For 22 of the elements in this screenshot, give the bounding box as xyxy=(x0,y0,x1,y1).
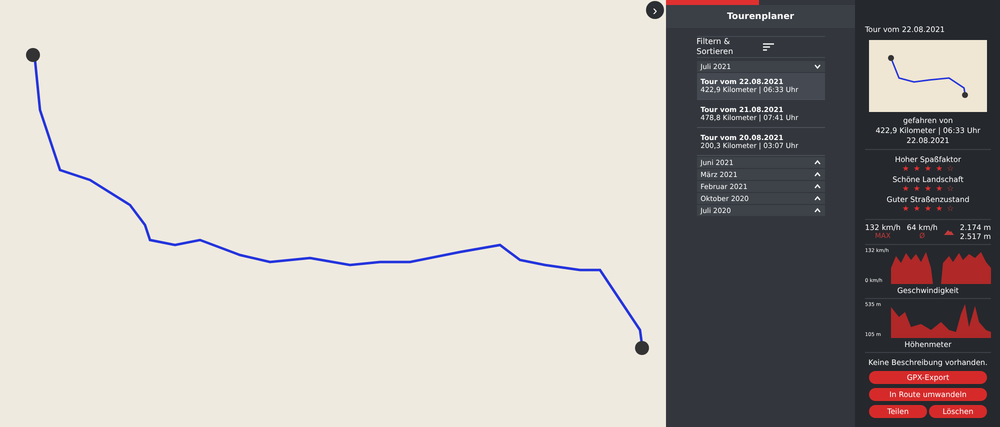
chevron-down-icon xyxy=(814,64,820,69)
filled-star-icon: ★ xyxy=(913,164,920,173)
empty-star-icon: ☆ xyxy=(946,164,954,173)
filled-star-icon: ★ xyxy=(936,184,943,193)
empty-star-icon: ☆ xyxy=(946,184,954,193)
mountain-icon xyxy=(944,229,954,235)
filled-star-icon: ★ xyxy=(936,204,943,213)
map-view[interactable]: › xyxy=(0,0,666,427)
filled-star-icon: ★ xyxy=(902,204,910,213)
filled-star-icon: ★ xyxy=(913,204,920,213)
collapse-button[interactable]: › xyxy=(646,1,664,19)
filled-star-icon: ★ xyxy=(902,164,910,173)
filled-star-icon: ★ xyxy=(924,204,932,213)
filled-star-icon: ★ xyxy=(902,184,910,193)
filter-label[interactable]: Filtern & Sortieren xyxy=(696,37,746,57)
filled-star-icon: ★ xyxy=(924,164,932,173)
filled-star-icon: ★ xyxy=(936,164,943,173)
sort-icon[interactable] xyxy=(762,43,774,51)
panel-title: Tourenplaner xyxy=(666,5,855,28)
empty-star-icon: ☆ xyxy=(946,204,954,213)
filled-star-icon: ★ xyxy=(913,184,920,193)
filled-star-icon: ★ xyxy=(924,184,932,193)
